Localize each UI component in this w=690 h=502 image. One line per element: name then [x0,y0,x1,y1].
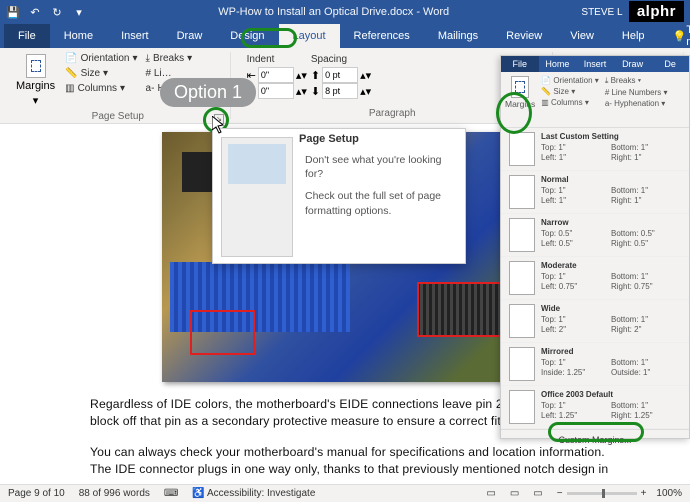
tooltip-header: Page Setup [299,133,359,145]
save-icon[interactable]: 💾 [6,5,20,19]
margin-preset[interactable]: ModerateTop: 1"Bottom: 1"Left: 0.75"Righ… [501,257,689,300]
body-text: The IDE connector plugs in one way only,… [90,461,608,477]
status-bar: Page 9 of 10 88 of 996 words ⌨ ♿ Accessi… [0,484,690,502]
page-setup-tooltip: Page Setup Don't see what you're looking… [212,128,466,264]
qat-more-icon[interactable]: ▾ [72,5,86,19]
margin-preset[interactable]: MirroredTop: 1"Bottom: 1"Inside: 1.25"Ou… [501,343,689,386]
accessibility-status[interactable]: ♿ Accessibility: Investigate [192,488,315,499]
alphr-logo: alphr [629,1,684,22]
tell-me[interactable]: 💡 Tell me [659,24,690,48]
p2-tab-home[interactable]: Home [539,56,577,72]
spacing-label: Spacing [311,54,371,65]
margin-preset[interactable]: WideTop: 1"Bottom: 1"Left: 2"Right: 2" [501,300,689,343]
option1-callout: Option 1 [160,78,256,107]
tab-references[interactable]: References [340,24,424,48]
breaks-button[interactable]: ⤓ Breaks ▾ [144,52,224,65]
page-setup-label: Page Setup [12,109,224,122]
ribbon-tabs: File Home Insert Draw Design Layout Refe… [0,24,690,48]
view-print-icon[interactable]: ▭ [510,488,519,499]
size-button[interactable]: 📏 Size ▾ [63,67,139,80]
tab-file[interactable]: File [4,24,50,48]
spacing-before-input[interactable]: ⬆▴▾ [311,67,371,83]
margin-preset[interactable]: NormalTop: 1"Bottom: 1"Left: 1"Right: 1" [501,171,689,214]
zoom-slider[interactable]: −+ 100% [557,488,682,499]
option2-margins-highlight [496,92,532,134]
body-text: block off that pin as a secondary protec… [90,413,525,429]
p2-orientation[interactable]: 📄 Orientation ▾ [541,76,599,85]
p2-size[interactable]: 📏 Size ▾ [541,87,599,96]
tab-insert[interactable]: Insert [107,24,163,48]
view-web-icon[interactable]: ▭ [533,488,542,499]
zoom-level[interactable]: 100% [656,488,682,499]
p2-breaks[interactable]: ⤓ Breaks ▾ [605,76,668,86]
document-title: WP-How to Install an Optical Drive.docx … [86,6,581,18]
orientation-button[interactable]: 📄 Orientation ▾ [63,52,139,65]
tab-home[interactable]: Home [50,24,107,48]
word-count[interactable]: 88 of 996 words [79,488,150,499]
p2-tab-file[interactable]: File [501,56,539,72]
margins-icon [26,54,46,78]
p2-columns[interactable]: ▥ Columns ▾ [541,98,599,107]
tooltip-preview-icon [221,137,293,257]
p2-tab-insert[interactable]: Insert [576,56,614,72]
indent-left-input[interactable]: ⇤▴▾ [247,67,307,83]
margin-preset[interactable]: NarrowTop: 0.5"Bottom: 0.5"Left: 0.5"Rig… [501,214,689,257]
margin-preset[interactable]: Last Custom SettingTop: 1"Bottom: 1"Left… [501,128,689,171]
undo-icon[interactable]: ↶ [28,5,42,19]
page-indicator[interactable]: Page 9 of 10 [8,488,65,499]
indent-label: Indent [247,54,307,65]
tab-help[interactable]: Help [608,24,659,48]
p2-line-numbers[interactable]: # Line Numbers ▾ [605,88,668,97]
title-bar: 💾 ↶ ↻ ▾ WP-How to Install an Optical Dri… [0,0,690,24]
p2-tab-de[interactable]: De [651,56,689,72]
tab-mailings[interactable]: Mailings [424,24,492,48]
margins-button[interactable]: Margins ▾ [12,52,59,109]
p2-tab-draw[interactable]: Draw [614,56,652,72]
redo-icon[interactable]: ↻ [50,5,64,19]
tab-view[interactable]: View [556,24,608,48]
body-text: Regardless of IDE colors, the motherboar… [90,396,520,412]
tab-draw[interactable]: Draw [163,24,217,48]
spacing-after-input[interactable]: ⬇▴▾ [311,83,371,99]
proofing-icon[interactable]: ⌨ [164,488,178,499]
columns-button[interactable]: ▥ Columns ▾ [63,82,139,95]
mouse-cursor-icon [212,116,226,136]
layout-tab-highlight [241,28,297,48]
p2-hyphenation[interactable]: a- Hyphenation ▾ [605,99,668,108]
custom-margins-highlight [548,422,644,442]
view-read-icon[interactable]: ▭ [486,488,495,499]
tab-review[interactable]: Review [492,24,556,48]
